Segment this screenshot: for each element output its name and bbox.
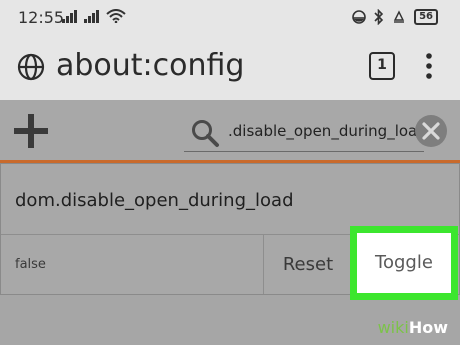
status-bar: 12:55 56 — [0, 0, 460, 36]
status-icons-right: 56 — [352, 9, 438, 25]
globe-icon — [17, 53, 45, 81]
add-preference-icon[interactable] — [12, 112, 50, 150]
status-icons-left — [62, 9, 126, 23]
toggle-button[interactable]: Toggle — [357, 233, 451, 293]
bluetooth-icon — [374, 9, 384, 25]
search-icon — [192, 120, 219, 147]
clear-search-icon[interactable] — [414, 114, 448, 148]
tab-counter-button[interactable]: 1 — [369, 52, 395, 80]
cell-signal-icon — [62, 10, 77, 23]
status-time: 12:55 — [18, 8, 65, 27]
reset-button[interactable]: Reset — [264, 235, 352, 294]
url-bar: about:config 1 — [0, 36, 460, 100]
wikihow-watermark: wikiHow — [378, 318, 448, 337]
watermark-prefix: wiki — [377, 318, 409, 337]
page-url-title[interactable]: about:config — [56, 48, 244, 83]
search-input[interactable] — [228, 118, 418, 144]
headphone-mode-icon — [352, 10, 366, 24]
preference-name: dom.disable_open_during_load — [15, 190, 294, 211]
search-field — [184, 114, 424, 152]
search-toolbar — [0, 100, 460, 160]
wifi-icon — [106, 9, 126, 23]
preference-value: false — [15, 257, 46, 272]
battery-indicator: 56 — [414, 9, 438, 25]
overflow-menu-icon[interactable] — [424, 52, 434, 80]
watermark-suffix: How — [408, 318, 448, 337]
alarm-icon — [393, 10, 405, 23]
cell-signal-icon — [84, 10, 99, 23]
